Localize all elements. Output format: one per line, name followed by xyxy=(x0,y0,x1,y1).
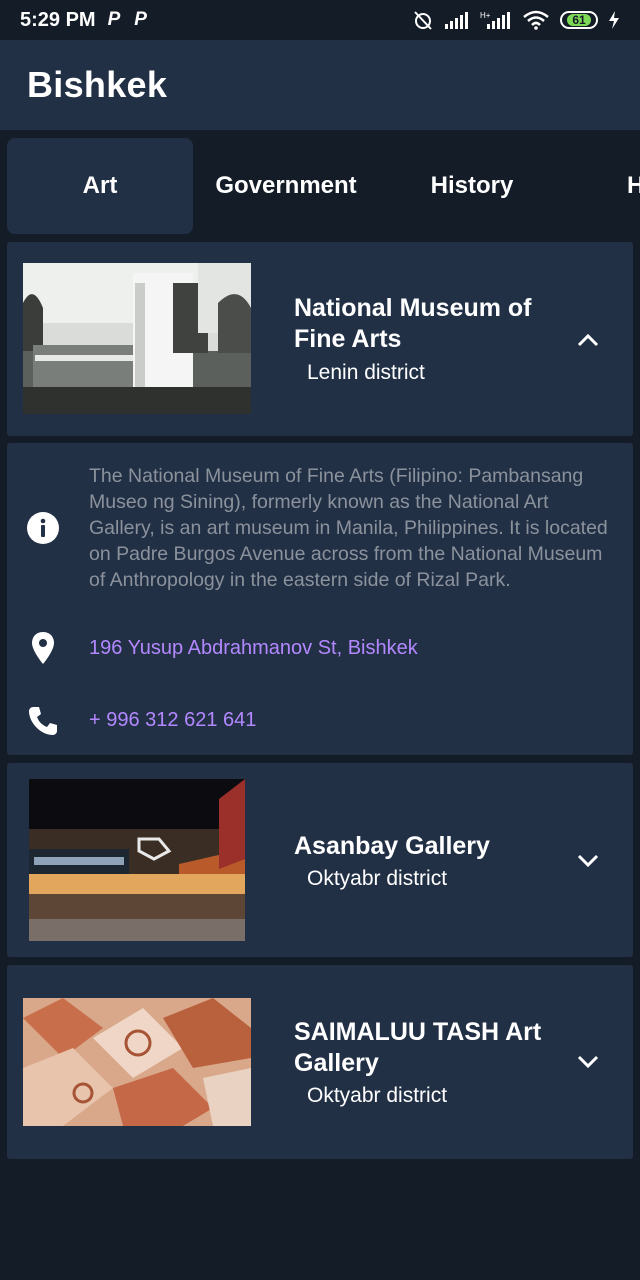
tab-art[interactable]: Art xyxy=(7,138,193,234)
signal-icon xyxy=(445,12,468,29)
page-title: Bishkek xyxy=(27,64,168,105)
location-pin-icon xyxy=(32,632,54,664)
chevron-down-icon[interactable] xyxy=(575,852,601,870)
chevron-down-icon[interactable] xyxy=(575,1053,601,1071)
place-card-national-museum[interactable]: National Museum of Fine Arts Lenin distr… xyxy=(7,242,633,436)
wifi-icon xyxy=(523,10,549,30)
place-description: The National Museum of Fine Arts (Filipi… xyxy=(89,465,608,591)
parking-notification-icon-2: P xyxy=(134,9,147,30)
place-card-asanbay[interactable]: Asanbay Gallery Oktyabr district xyxy=(7,763,633,957)
status-icons: H+ 61 xyxy=(412,9,620,31)
parking-notification-icon: P xyxy=(107,9,121,30)
alarm-off-icon xyxy=(414,11,432,30)
place-name: National Museum of Fine Arts xyxy=(294,294,532,353)
place-district: Oktyabr district xyxy=(307,867,448,890)
info-icon xyxy=(27,512,59,544)
place-photo xyxy=(29,779,245,941)
app-bar: Bishkek xyxy=(0,40,640,130)
place-address-link[interactable]: 196 Yusup Abdrahmanov St, Bishkek xyxy=(89,637,418,660)
place-photo xyxy=(23,263,251,414)
battery-level: 61 xyxy=(567,14,591,26)
tab-government[interactable]: Government xyxy=(193,138,379,234)
phone-icon xyxy=(29,707,57,735)
place-card-saimaluu-tash[interactable]: SAIMALUU TASH Art Gallery Oktyabr distri… xyxy=(7,965,633,1159)
charging-icon xyxy=(609,11,619,29)
place-name: SAIMALUU TASH Art Gallery xyxy=(294,1018,542,1077)
status-time: 5:29 PM xyxy=(20,8,96,31)
place-district: Oktyabr district xyxy=(307,1084,448,1107)
place-name: Asanbay Gallery xyxy=(294,832,490,860)
place-photo xyxy=(23,998,251,1126)
place-phone-link[interactable]: + 996 312 621 641 xyxy=(89,709,256,732)
category-tabs: Art Government History H xyxy=(0,132,640,240)
place-details: The National Museum of Fine Arts (Filipi… xyxy=(7,443,633,755)
place-district: Lenin district xyxy=(307,361,425,384)
svg-text:H+: H+ xyxy=(480,11,491,20)
tab-history[interactable]: History xyxy=(379,138,565,234)
battery-icon: 61 xyxy=(560,11,598,29)
signal-icon-2: H+ xyxy=(480,11,510,29)
chevron-up-icon[interactable] xyxy=(575,331,601,349)
status-bar: 5:29 PM P P H+ 61 xyxy=(0,0,640,40)
tab-next[interactable]: H xyxy=(565,138,640,234)
